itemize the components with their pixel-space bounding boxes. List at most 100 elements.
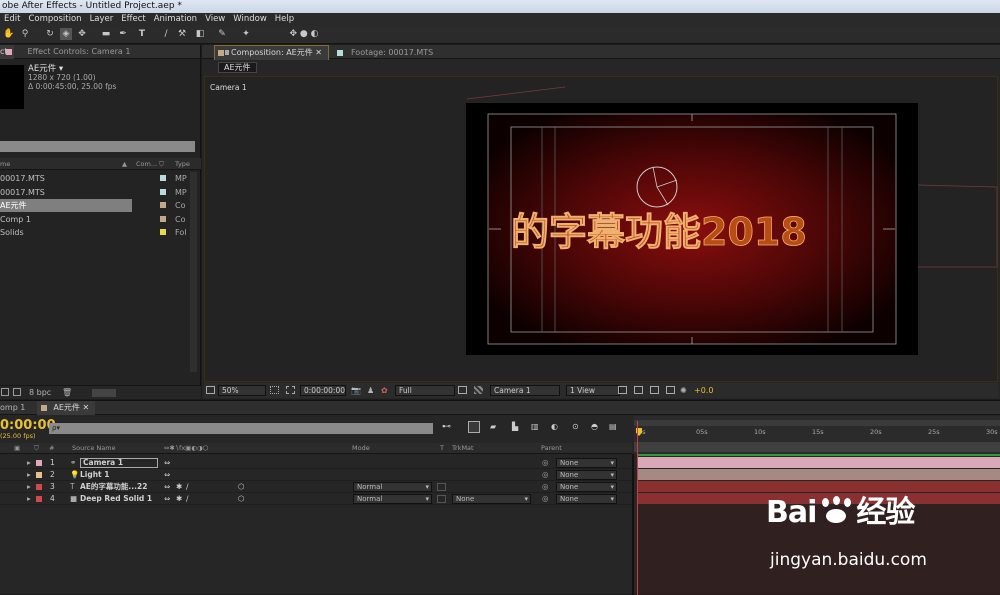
timeline-icon[interactable] (650, 386, 659, 394)
frame-blending-icon[interactable]: ▥ (531, 422, 539, 431)
region-of-interest-icon[interactable] (458, 386, 467, 394)
camera-orbit-tool-icon[interactable]: ◈ (60, 28, 72, 40)
menu-window[interactable]: Window (229, 13, 271, 26)
3d-layer-switch-icon[interactable]: ⬡ (238, 481, 245, 493)
project-item[interactable]: 00017.MTS MP (0, 172, 190, 185)
menu-composition[interactable]: Composition (24, 13, 85, 26)
tab-composition[interactable]: Composition: AE元件 ✕ (214, 45, 329, 60)
tab-comp1[interactable]: omp 1 (0, 401, 31, 415)
flowchart-icon[interactable] (666, 386, 675, 394)
layer-row[interactable]: ▸ 3 T AE的字幕功能...22 ⇔ ✱ ∕ ⬡ Normal ◎ None (0, 481, 632, 493)
roto-brush-tool-icon[interactable]: ✎ (216, 28, 228, 40)
layer-source-name[interactable]: Camera 1 (80, 458, 158, 468)
expand-triangle-icon[interactable]: ▸ (27, 481, 31, 493)
layer-mode-dropdown[interactable]: Normal (353, 494, 432, 504)
3d-layer-switch-icon[interactable]: ⬡ (238, 493, 245, 505)
parent-pickwhip-icon[interactable]: ◎ (542, 457, 549, 469)
transparency-grid-icon[interactable] (474, 386, 483, 394)
resolution-dropdown[interactable]: Full (395, 385, 455, 396)
tab-effect-controls[interactable]: Effect Controls: Camera 1 (5, 45, 137, 59)
exposure-value[interactable]: +0.0 (694, 383, 713, 398)
hide-shy-icon[interactable]: ▙ (512, 422, 518, 431)
layer-label-color[interactable] (36, 484, 42, 490)
fast-previews-icon[interactable] (634, 386, 643, 394)
3d-text-layer[interactable]: 的字幕功能2018 (511, 210, 808, 255)
preview-toggle-icon[interactable] (206, 386, 215, 394)
draft-3d-icon[interactable]: ▰ (490, 422, 496, 431)
col-type[interactable]: Type (175, 158, 190, 170)
rectangle-tool-icon[interactable]: ▬ (100, 28, 112, 40)
quality-switch-icon[interactable]: ∕ (186, 493, 189, 505)
shy-switch-icon[interactable]: ⇔ (164, 493, 170, 505)
layer-parent-dropdown[interactable]: None (556, 458, 617, 468)
bpc-label[interactable]: 8 bpc (29, 386, 51, 399)
col-t[interactable]: T (440, 443, 444, 454)
layer-row[interactable]: ▸ 4 ■Deep Red Solid 1 ⇔ ✱ ∕ ⬡ Normal None ◎ None (0, 493, 632, 505)
layer-parent-dropdown[interactable]: None (556, 482, 617, 492)
pen-tool-icon[interactable]: ✒ (117, 28, 129, 40)
timeline-search-input[interactable]: ρ▾ (49, 423, 433, 434)
project-item-label-color[interactable] (160, 202, 166, 208)
layer-source-name[interactable]: Light 1 (80, 469, 109, 481)
clone-stamp-tool-icon[interactable]: ⚒ (176, 28, 188, 40)
project-item-label-color[interactable] (160, 188, 166, 195)
timeline-timecode[interactable]: 0:00:00 (0, 418, 56, 433)
project-h-scrollbar[interactable] (92, 389, 116, 397)
current-time-field[interactable]: 0:00:00:00 (300, 385, 346, 396)
layer-parent-dropdown[interactable]: None (556, 494, 617, 504)
menu-help[interactable]: Help (271, 13, 298, 26)
magnification-dropdown[interactable]: 50% (218, 385, 266, 396)
project-item-label-color[interactable] (160, 229, 166, 235)
col-name[interactable]: me (0, 158, 10, 170)
parent-pickwhip-icon[interactable]: ◎ (542, 469, 549, 481)
toggle-pixel-aspect-icon[interactable] (618, 386, 627, 394)
time-ruler[interactable]: 0s05s10s15s20s25s30s (634, 416, 1000, 454)
parent-pickwhip-icon[interactable]: ◎ (542, 481, 549, 493)
layer-label-color[interactable] (36, 496, 42, 502)
menu-edit[interactable]: Edit (0, 13, 24, 26)
project-item[interactable]: AE元件 Co (0, 199, 185, 212)
layer-source-name[interactable]: Deep Red Solid 1 (80, 493, 152, 505)
eraser-tool-icon[interactable]: ◧ (194, 28, 206, 40)
shy-switch-icon[interactable]: ⇔ (164, 457, 170, 469)
live-update-icon[interactable] (468, 421, 480, 433)
view-layout-dropdown[interactable]: 1 View (566, 385, 620, 396)
3d-view-dropdown[interactable]: Camera 1 (490, 385, 560, 396)
expand-triangle-icon[interactable]: ▸ (27, 457, 31, 469)
col-source-name[interactable]: Source Name (72, 443, 116, 454)
mask-visibility-icon[interactable] (286, 386, 295, 394)
exposure-icon[interactable]: ✺ (680, 383, 687, 398)
col-mode[interactable]: Mode (352, 443, 370, 454)
layer-parent-dropdown[interactable]: None (556, 470, 617, 480)
parent-pickwhip-icon[interactable]: ◎ (542, 493, 549, 505)
graph-editor-icon[interactable]: ⊙ (572, 422, 579, 431)
project-item[interactable]: Solids Fol (0, 226, 190, 239)
project-item-label-color[interactable] (160, 215, 166, 222)
project-search-input[interactable] (0, 141, 195, 152)
tab-close-icon[interactable]: ✕ (315, 48, 322, 57)
layer-bar-light[interactable] (638, 469, 1000, 480)
trash-icon[interactable]: 🗑 (62, 386, 72, 399)
layer-row[interactable]: ▸ 1 ⚭ Camera 1 ⇔ ◎ None (0, 457, 632, 469)
axis-mode-icon[interactable]: ✥ ● ◐ (284, 28, 324, 40)
time-navigator[interactable] (634, 442, 1000, 452)
interpret-footage-icon[interactable] (1, 388, 9, 396)
snapshot-icon[interactable]: 📷 (351, 383, 361, 398)
menu-animation[interactable]: Animation (150, 13, 201, 26)
layer-label-color[interactable] (36, 460, 42, 466)
layer-bar-camera[interactable] (638, 457, 1000, 468)
hand-tool-icon[interactable]: ✋ (3, 28, 15, 40)
collapse-switch-icon[interactable]: ✱ (176, 481, 182, 493)
channel-icon[interactable]: ✿ (381, 383, 388, 398)
puppet-pin-tool-icon[interactable]: ✦ (240, 28, 252, 40)
work-area-bar[interactable] (634, 420, 1000, 426)
zoom-tool-icon[interactable]: ⚲ (19, 28, 31, 40)
composition-viewer[interactable]: Camera 1 的字幕功能2018 (204, 76, 998, 382)
tab-close-icon[interactable]: ✕ (82, 403, 89, 412)
layer-source-name[interactable]: AE的字幕功能...22 (80, 481, 147, 493)
project-item-label-color[interactable] (160, 175, 166, 181)
brush-tool-icon[interactable]: ∕ (160, 28, 172, 40)
col-comment[interactable]: Com... (136, 158, 157, 170)
tab-ae-timeline[interactable]: AE元件 ✕ (37, 401, 96, 415)
collapse-switch-icon[interactable]: ✱ (176, 493, 182, 505)
